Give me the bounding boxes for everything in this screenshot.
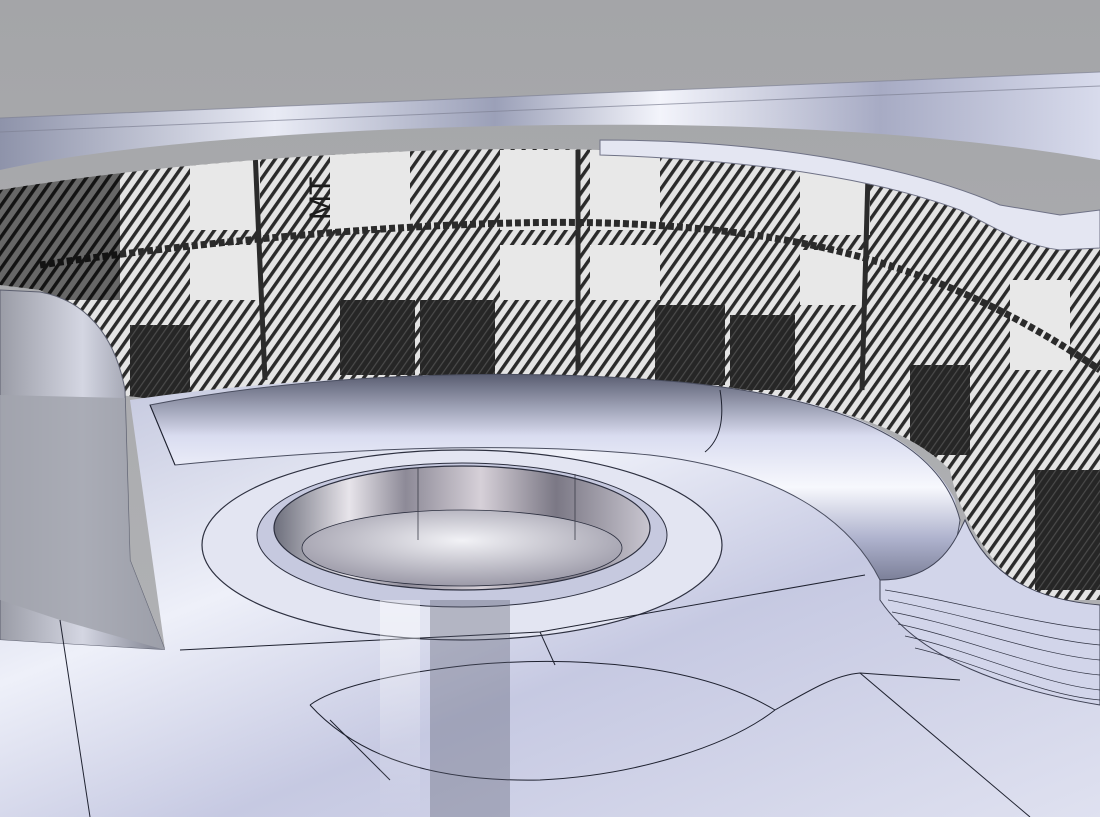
- bore-floor: [301, 509, 623, 587]
- 3d-scene[interactable]: MT: [0, 0, 1100, 817]
- 3d-viewport[interactable]: MT: [0, 0, 1100, 817]
- floor-sheen: [380, 600, 420, 817]
- texture-label: MT: [304, 177, 337, 220]
- floor-highlight: [430, 600, 510, 817]
